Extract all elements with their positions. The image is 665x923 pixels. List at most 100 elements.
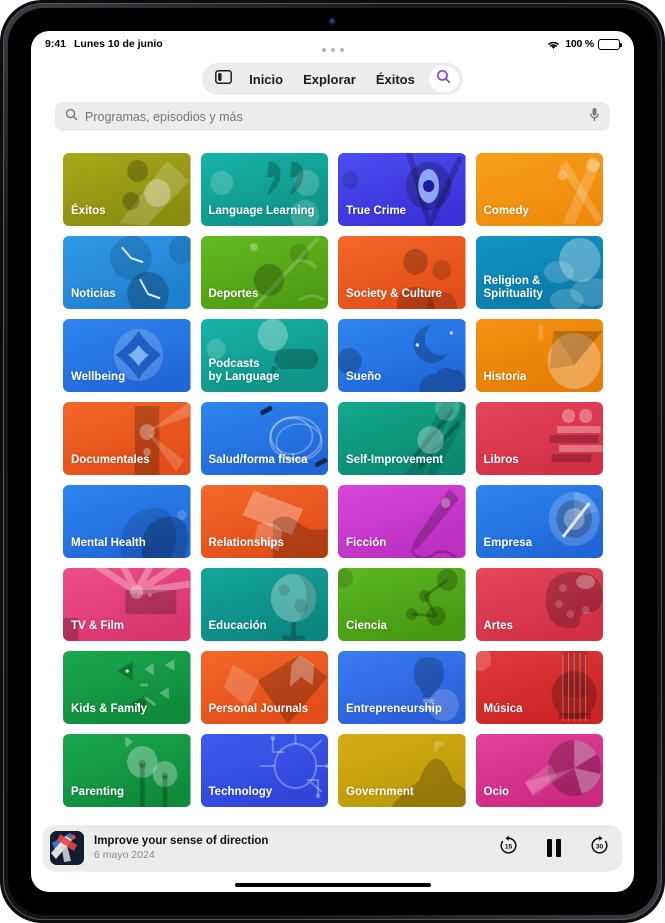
sidebar-toggle-button[interactable] (208, 64, 238, 94)
navigation-pill: Inicio Explorar Éxitos (202, 63, 463, 95)
category-tile-exitos[interactable]: Éxitos (63, 153, 191, 226)
category-tile-true-crime[interactable]: True Crime (338, 153, 466, 226)
search-field[interactable]: Programas, episodios y más (55, 102, 610, 131)
category-grid: Éxitos Language Learning True Crime Come… (63, 153, 603, 807)
category-tile-label: Música (483, 703, 523, 716)
navigation-bar: Inicio Explorar Éxitos (31, 57, 634, 101)
category-tile-label: Kids & Family (71, 703, 148, 716)
category-tile-parenting[interactable]: Parenting (63, 734, 191, 807)
category-tile-label: Libros (483, 454, 519, 467)
category-tile-empresa[interactable]: Empresa (475, 485, 603, 558)
category-tile-government[interactable]: Government (338, 734, 466, 807)
category-tile-mental-health[interactable]: Mental Health (63, 485, 191, 558)
now-playing-date: 6 mayo 2024 (94, 848, 155, 861)
nav-tab-explorar-label: Explorar (303, 71, 356, 87)
category-tile-label: Historia (483, 371, 527, 384)
category-tile-label: True Crime (346, 205, 407, 218)
play-pause-button[interactable] (546, 839, 561, 857)
category-tile-noticias[interactable]: Noticias (63, 236, 191, 309)
category-tile-artes[interactable]: Artes (475, 568, 603, 641)
category-tile-libros[interactable]: Libros (475, 402, 603, 475)
category-tile-sueno[interactable]: Sueño (338, 319, 466, 392)
category-tile-label: Parenting (71, 786, 125, 799)
category-tile-wellbeing[interactable]: Wellbeing (63, 319, 191, 392)
category-tile-technology[interactable]: Technology (200, 734, 328, 807)
category-tile-podcasts-by-language[interactable]: Podcasts by Language (200, 319, 328, 392)
category-tile-label: Society & Culture (346, 288, 442, 301)
nav-tab-exitos[interactable]: Éxitos (367, 64, 424, 94)
nav-tab-inicio[interactable]: Inicio (240, 64, 292, 94)
wifi-icon (546, 39, 561, 50)
category-tile-relationships[interactable]: Relationships (200, 485, 328, 558)
category-tile-language-learning[interactable]: Language Learning (200, 153, 328, 226)
category-tile-label: Salud/forma física (208, 454, 308, 467)
category-tile-musica[interactable]: Música (475, 651, 603, 724)
category-tile-personal-journals[interactable]: Personal Journals (200, 651, 328, 724)
category-tile-label: Entrepreneurship (346, 703, 442, 716)
category-tile-label: Technology (208, 786, 273, 799)
status-bar-left: 9:41 Lunes 10 de junio (45, 38, 163, 50)
pause-bar (546, 839, 552, 857)
category-tile-label: Deportes (208, 288, 259, 301)
svg-text:15: 15 (504, 844, 512, 851)
pause-icon (546, 839, 561, 857)
status-bar: 9:41 Lunes 10 de junio 100 % (31, 31, 634, 57)
status-time: 9:41 (45, 38, 67, 50)
category-tile-label: Educación (208, 620, 267, 633)
category-tile-label: Wellbeing (71, 371, 126, 384)
category-tile-label: Noticias (71, 288, 116, 301)
category-tile-label: TV & Film (71, 620, 125, 633)
player-controls: 15 30 (498, 835, 611, 861)
nav-tab-exitos-label: Éxitos (375, 71, 415, 87)
svg-text:30: 30 (596, 844, 604, 851)
search-icon (436, 69, 451, 89)
category-tile-label: Ocio (483, 786, 510, 799)
multitasking-handle[interactable] (321, 48, 344, 52)
home-indicator[interactable] (234, 882, 431, 887)
category-tile-ciencia[interactable]: Ciencia (338, 568, 466, 641)
category-tile-documentales[interactable]: Documentales (63, 402, 191, 475)
category-tile-self-improvement[interactable]: Self-Improvement (338, 402, 466, 475)
sidebar-toggle-icon (214, 69, 232, 89)
category-tile-comedy[interactable]: Comedy (475, 153, 603, 226)
now-playing-text: Improve your sense of direction 6 mayo 2… (94, 835, 268, 861)
skip-forward-30-button[interactable]: 30 (589, 835, 610, 861)
microphone-icon[interactable] (589, 107, 600, 127)
skip-forward-30-icon: 30 (589, 835, 610, 861)
category-tile-deportes[interactable]: Deportes (200, 236, 328, 309)
category-tile-label: Éxitos (71, 205, 106, 218)
ipad-device: 9:41 Lunes 10 de junio 100 % Inicio Expl… (0, 0, 665, 923)
category-tile-ficcion[interactable]: Ficción (338, 485, 466, 558)
category-tile-label: Religion & Spirituality (483, 274, 543, 301)
category-tile-kids-family[interactable]: Kids & Family (63, 651, 191, 724)
category-tile-label: Government (346, 786, 414, 799)
search-input[interactable]: Programas, episodios y más (85, 110, 582, 124)
now-playing-bar[interactable]: Improve your sense of direction 6 mayo 2… (43, 825, 622, 871)
category-tile-label: Documentales (71, 454, 150, 467)
category-tile-society-culture[interactable]: Society & Culture (338, 236, 466, 309)
search-bar[interactable]: Programas, episodios y más (55, 102, 610, 131)
category-tile-religion-spirituality[interactable]: Religion & Spirituality (475, 236, 603, 309)
skip-back-15-button[interactable]: 15 (498, 835, 519, 861)
category-tile-label: Relationships (208, 537, 284, 550)
nav-search-button[interactable] (428, 66, 459, 92)
battery-icon (598, 38, 623, 50)
search-icon (65, 108, 78, 126)
nav-tab-explorar[interactable]: Explorar (294, 64, 365, 94)
category-tile-tv-film[interactable]: TV & Film (63, 568, 191, 641)
now-playing-title: Improve your sense of direction (94, 835, 269, 848)
category-tile-educacion[interactable]: Educación (200, 568, 328, 641)
nav-tab-inicio-label: Inicio (249, 71, 284, 87)
category-tile-label: Artes (483, 620, 513, 633)
multitask-dot (321, 48, 326, 52)
category-tile-entrepreneurship[interactable]: Entrepreneurship (338, 651, 466, 724)
category-tile-ocio[interactable]: Ocio (475, 734, 603, 807)
category-tile-label: Empresa (483, 537, 533, 550)
category-tile-label: Podcasts by Language (208, 357, 280, 384)
category-tile-label: Self-Improvement (346, 454, 444, 467)
podcast-artwork (50, 831, 84, 865)
multitask-dot (330, 48, 335, 52)
category-tile-historia[interactable]: Historia (475, 319, 603, 392)
status-bar-right: 100 % (546, 38, 623, 50)
category-tile-salud-forma-fisica[interactable]: Salud/forma física (200, 402, 328, 475)
